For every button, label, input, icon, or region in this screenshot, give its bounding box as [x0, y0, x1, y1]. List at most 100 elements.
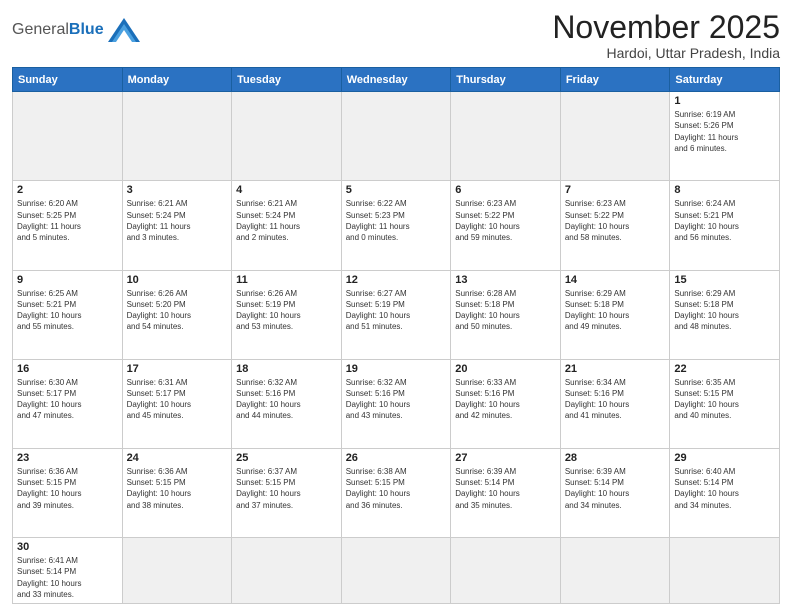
day-number: 2 [17, 184, 118, 196]
day-info: Sunrise: 6:22 AM Sunset: 5:23 PM Dayligh… [346, 198, 447, 243]
day-info: Sunrise: 6:30 AM Sunset: 5:17 PM Dayligh… [17, 377, 118, 422]
calendar-cell: 20 Sunrise: 6:33 AM Sunset: 5:16 PM Dayli… [451, 359, 561, 448]
calendar-cell: 21Sunrise: 6:34 AM Sunset: 5:16 PM Dayli… [560, 359, 670, 448]
day-info: Sunrise: 6:39 AM Sunset: 5:14 PM Dayligh… [565, 466, 666, 511]
calendar-cell: 5Sunrise: 6:22 AM Sunset: 5:23 PM Daylig… [341, 181, 451, 270]
day-info: Sunrise: 6:28 AM Sunset: 5:18 PM Dayligh… [455, 288, 556, 333]
weekday-header-friday: Friday [560, 68, 670, 92]
day-info: Sunrise: 6:35 AM Sunset: 5:15 PM Dayligh… [674, 377, 775, 422]
day-number: 21 [565, 363, 666, 375]
day-info: Sunrise: 6:21 AM Sunset: 5:24 PM Dayligh… [127, 198, 228, 243]
day-number: 4 [236, 184, 337, 196]
day-number: 30 [17, 541, 118, 553]
calendar-cell: 27 Sunrise: 6:39 AM Sunset: 5:14 PM Dayli… [451, 449, 561, 538]
day-number: 8 [674, 184, 775, 196]
day-info: Sunrise: 6:26 AM Sunset: 5:19 PM Dayligh… [236, 288, 337, 333]
day-info: Sunrise: 6:20 AM Sunset: 5:25 PM Dayligh… [17, 198, 118, 243]
calendar-cell [13, 92, 123, 181]
calendar-cell: 12Sunrise: 6:27 AM Sunset: 5:19 PM Dayli… [341, 270, 451, 359]
calendar-cell: 4 Sunrise: 6:21 AM Sunset: 5:24 PM Daylig… [232, 181, 342, 270]
calendar-cell: 22 Sunrise: 6:35 AM Sunset: 5:15 PM Dayli… [670, 359, 780, 448]
day-number: 15 [674, 274, 775, 286]
day-number: 22 [674, 363, 775, 375]
weekday-header-sunday: Sunday [13, 68, 123, 92]
day-info: Sunrise: 6:23 AM Sunset: 5:22 PM Dayligh… [455, 198, 556, 243]
week-row-3: 16Sunrise: 6:30 AM Sunset: 5:17 PM Dayli… [13, 359, 780, 448]
day-info: Sunrise: 6:29 AM Sunset: 5:18 PM Dayligh… [565, 288, 666, 333]
day-info: Sunrise: 6:31 AM Sunset: 5:17 PM Dayligh… [127, 377, 228, 422]
day-info: Sunrise: 6:39 AM Sunset: 5:14 PM Dayligh… [455, 466, 556, 511]
week-row-2: 9Sunrise: 6:25 AM Sunset: 5:21 PM Daylig… [13, 270, 780, 359]
day-info: Sunrise: 6:23 AM Sunset: 5:22 PM Dayligh… [565, 198, 666, 243]
calendar-cell: 1Sunrise: 6:19 AM Sunset: 5:26 PM Daylig… [670, 92, 780, 181]
day-number: 1 [674, 95, 775, 107]
day-number: 27 [455, 452, 556, 464]
logo: GeneralBlue [12, 16, 142, 44]
calendar-cell: 9Sunrise: 6:25 AM Sunset: 5:21 PM Daylig… [13, 270, 123, 359]
calendar-cell: 26 Sunrise: 6:38 AM Sunset: 5:15 PM Dayli… [341, 449, 451, 538]
day-number: 6 [455, 184, 556, 196]
calendar-cell [560, 92, 670, 181]
day-number: 9 [17, 274, 118, 286]
day-number: 24 [127, 452, 228, 464]
day-number: 26 [346, 452, 447, 464]
header: GeneralBlue November 2025 Hardoi, Uttar … [12, 10, 780, 61]
calendar-cell: 6 Sunrise: 6:23 AM Sunset: 5:22 PM Daylig… [451, 181, 561, 270]
calendar-cell: 14 Sunrise: 6:29 AM Sunset: 5:18 PM Dayli… [560, 270, 670, 359]
day-number: 19 [346, 363, 447, 375]
calendar-cell [560, 538, 670, 604]
day-number: 14 [565, 274, 666, 286]
calendar-cell [451, 92, 561, 181]
day-number: 28 [565, 452, 666, 464]
day-info: Sunrise: 6:26 AM Sunset: 5:20 PM Dayligh… [127, 288, 228, 333]
day-info: Sunrise: 6:24 AM Sunset: 5:21 PM Dayligh… [674, 198, 775, 243]
calendar-cell: 18Sunrise: 6:32 AM Sunset: 5:16 PM Dayli… [232, 359, 342, 448]
calendar-cell [341, 538, 451, 604]
day-info: Sunrise: 6:21 AM Sunset: 5:24 PM Dayligh… [236, 198, 337, 243]
week-row-0: 1Sunrise: 6:19 AM Sunset: 5:26 PM Daylig… [13, 92, 780, 181]
day-info: Sunrise: 6:33 AM Sunset: 5:16 PM Dayligh… [455, 377, 556, 422]
calendar-cell: 23Sunrise: 6:36 AM Sunset: 5:15 PM Dayli… [13, 449, 123, 538]
week-row-4: 23Sunrise: 6:36 AM Sunset: 5:15 PM Dayli… [13, 449, 780, 538]
calendar-cell [122, 538, 232, 604]
calendar-cell: 17 Sunrise: 6:31 AM Sunset: 5:17 PM Dayli… [122, 359, 232, 448]
month-title: November 2025 [552, 10, 780, 45]
day-number: 7 [565, 184, 666, 196]
calendar-cell [341, 92, 451, 181]
weekday-header-tuesday: Tuesday [232, 68, 342, 92]
day-info: Sunrise: 6:38 AM Sunset: 5:15 PM Dayligh… [346, 466, 447, 511]
calendar-cell [670, 538, 780, 604]
day-info: Sunrise: 6:36 AM Sunset: 5:15 PM Dayligh… [127, 466, 228, 511]
week-row-5: 30 Sunrise: 6:41 AM Sunset: 5:14 PM Dayli… [13, 538, 780, 604]
page: GeneralBlue November 2025 Hardoi, Uttar … [0, 0, 792, 612]
day-info: Sunrise: 6:27 AM Sunset: 5:19 PM Dayligh… [346, 288, 447, 333]
day-info: Sunrise: 6:32 AM Sunset: 5:16 PM Dayligh… [346, 377, 447, 422]
calendar: SundayMondayTuesdayWednesdayThursdayFrid… [12, 67, 780, 604]
weekday-header-row: SundayMondayTuesdayWednesdayThursdayFrid… [13, 68, 780, 92]
day-info: Sunrise: 6:41 AM Sunset: 5:14 PM Dayligh… [17, 555, 118, 600]
calendar-cell: 8 Sunrise: 6:24 AM Sunset: 5:21 PM Daylig… [670, 181, 780, 270]
calendar-cell: 3 Sunrise: 6:21 AM Sunset: 5:24 PM Daylig… [122, 181, 232, 270]
title-section: November 2025 Hardoi, Uttar Pradesh, Ind… [552, 10, 780, 61]
weekday-header-saturday: Saturday [670, 68, 780, 92]
calendar-cell: 11Sunrise: 6:26 AM Sunset: 5:19 PM Dayli… [232, 270, 342, 359]
day-number: 25 [236, 452, 337, 464]
calendar-cell [122, 92, 232, 181]
day-info: Sunrise: 6:32 AM Sunset: 5:16 PM Dayligh… [236, 377, 337, 422]
day-number: 20 [455, 363, 556, 375]
calendar-cell: 19 Sunrise: 6:32 AM Sunset: 5:16 PM Dayli… [341, 359, 451, 448]
day-number: 3 [127, 184, 228, 196]
subtitle: Hardoi, Uttar Pradesh, India [552, 45, 780, 61]
day-number: 17 [127, 363, 228, 375]
calendar-cell: 30 Sunrise: 6:41 AM Sunset: 5:14 PM Dayli… [13, 538, 123, 604]
calendar-cell: 28 Sunrise: 6:39 AM Sunset: 5:14 PM Dayli… [560, 449, 670, 538]
day-number: 13 [455, 274, 556, 286]
calendar-cell: 7 Sunrise: 6:23 AM Sunset: 5:22 PM Daylig… [560, 181, 670, 270]
day-info: Sunrise: 6:40 AM Sunset: 5:14 PM Dayligh… [674, 466, 775, 511]
logo-general: General [12, 21, 69, 38]
week-row-1: 2 Sunrise: 6:20 AM Sunset: 5:25 PM Daylig… [13, 181, 780, 270]
calendar-cell: 24 Sunrise: 6:36 AM Sunset: 5:15 PM Dayli… [122, 449, 232, 538]
calendar-cell: 2 Sunrise: 6:20 AM Sunset: 5:25 PM Daylig… [13, 181, 123, 270]
calendar-cell: 10Sunrise: 6:26 AM Sunset: 5:20 PM Dayli… [122, 270, 232, 359]
calendar-cell [232, 538, 342, 604]
